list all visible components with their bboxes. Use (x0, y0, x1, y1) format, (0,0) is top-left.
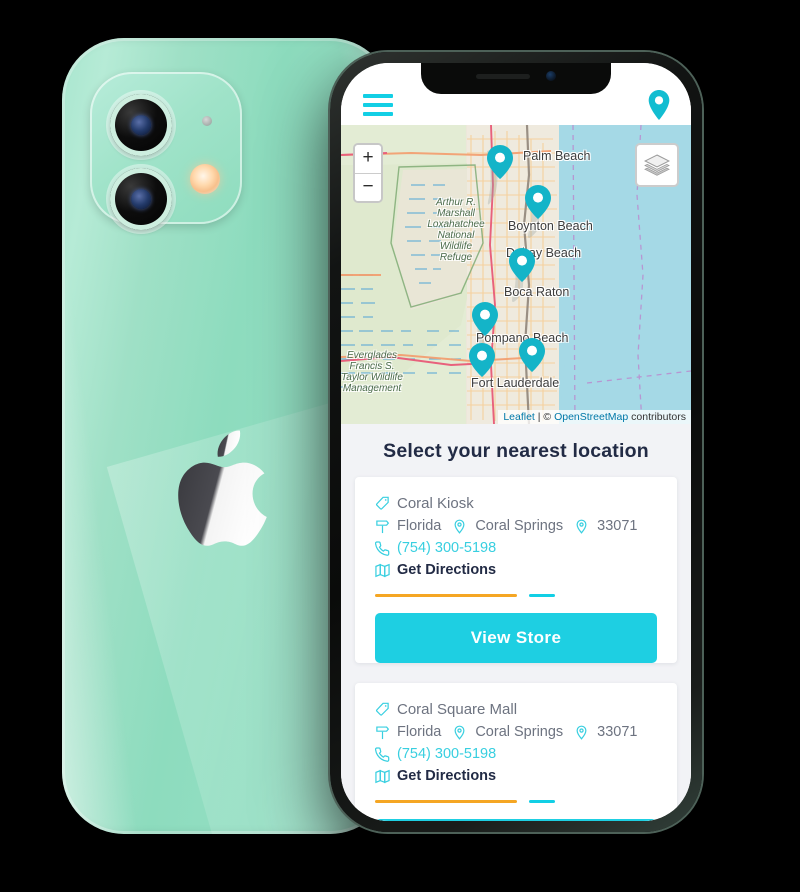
leaflet-link[interactable]: Leaflet (503, 411, 535, 423)
openstreetmap-link[interactable]: OpenStreetMap (554, 411, 628, 423)
phone-screen: + − Palm Beach Boynton Beach Delray Beach B… (341, 63, 691, 821)
view-store-button[interactable]: View Store (375, 819, 657, 821)
tag-icon (375, 496, 390, 511)
card-divider (375, 594, 657, 597)
pin-small-icon (453, 519, 466, 534)
map-fold-icon (375, 563, 390, 578)
store-directions-row[interactable]: Get Directions (375, 768, 657, 784)
store-city: Coral Springs (475, 518, 564, 534)
get-directions-link[interactable]: Get Directions (397, 768, 496, 784)
store-marker-fort-lauderdale[interactable] (469, 343, 495, 377)
store-marker-palm-beach[interactable] (487, 145, 513, 179)
zoom-out-button[interactable]: − (355, 173, 381, 201)
signpost-icon (375, 519, 390, 534)
phone-icon (375, 746, 390, 762)
screenshot-stage: + − Palm Beach Boynton Beach Delray Beach B… (0, 0, 800, 892)
store-phone-link[interactable]: (754) 300-5198 (397, 540, 496, 556)
hamburger-bar (363, 103, 393, 107)
store-name-row: Coral Kiosk (375, 495, 657, 512)
store-marker-lauderdale-east[interactable] (519, 338, 545, 372)
store-card-container: Coral Kiosk Florida Coral Springs 33071 (754… (341, 477, 691, 821)
camera-bump (90, 72, 242, 230)
store-directions-row[interactable]: Get Directions (375, 562, 657, 578)
divider-bar-orange (375, 594, 517, 597)
screen-notch (421, 63, 611, 94)
map-layers-button[interactable] (635, 143, 679, 187)
store-marker-boca-raton[interactable] (509, 248, 535, 282)
map-pin-icon[interactable] (647, 90, 671, 120)
pin-small-icon (453, 725, 466, 740)
hamburger-bar (363, 94, 393, 98)
store-locator-map[interactable]: + − Palm Beach Boynton Beach Delray Beach B… (341, 125, 691, 424)
camera-lens-ultrawide (110, 168, 172, 230)
iphone-front-body: + − Palm Beach Boynton Beach Delray Beach B… (330, 52, 702, 832)
layers-icon (644, 154, 670, 176)
store-marker-boynton-beach[interactable] (525, 185, 551, 219)
signpost-icon (375, 725, 390, 740)
map-fold-icon (375, 769, 390, 784)
camera-flash (190, 164, 220, 194)
divider-bar-cyan (529, 800, 555, 803)
pin-small-icon (575, 725, 588, 740)
attr-copyright: © (543, 411, 555, 423)
store-card[interactable]: Coral Square Mall Florida Coral Springs 330… (355, 683, 677, 821)
pin-small-icon (575, 519, 588, 534)
front-camera-icon (546, 71, 556, 81)
store-phone-link[interactable]: (754) 300-5198 (397, 746, 496, 762)
tag-icon (375, 702, 390, 717)
store-city: Coral Springs (475, 724, 564, 740)
hamburger-menu-icon[interactable] (363, 91, 393, 119)
store-state: Florida (397, 518, 442, 534)
store-state: Florida (397, 724, 442, 740)
store-name: Coral Kiosk (397, 495, 474, 512)
attr-contributors: contributors (628, 411, 686, 423)
store-list[interactable]: Select your nearest location Coral Kiosk… (341, 424, 691, 821)
divider-bar-cyan (529, 594, 555, 597)
store-name: Coral Square Mall (397, 701, 518, 718)
get-directions-link[interactable]: Get Directions (397, 562, 496, 578)
store-address-row: Florida Coral Springs 33071 (375, 518, 657, 534)
store-marker-pompano-beach[interactable] (472, 302, 498, 336)
camera-microphone (202, 116, 212, 126)
store-name-row: Coral Square Mall (375, 701, 657, 718)
store-phone-row[interactable]: (754) 300-5198 (375, 746, 657, 762)
phone-icon (375, 540, 390, 556)
store-phone-row[interactable]: (754) 300-5198 (375, 540, 657, 556)
divider-bar-orange (375, 800, 517, 803)
apple-logo-icon (178, 430, 267, 546)
store-address-row: Florida Coral Springs 33071 (375, 724, 657, 740)
store-zip: 33071 (597, 518, 638, 534)
camera-lens-wide (110, 94, 172, 156)
hamburger-bar (363, 112, 393, 116)
map-attribution: Leaflet | © OpenStreetMap contributors (498, 410, 691, 424)
page-title: Select your nearest location (383, 440, 649, 462)
zoom-in-button[interactable]: + (355, 145, 381, 173)
card-divider (375, 800, 657, 803)
store-card[interactable]: Coral Kiosk Florida Coral Springs 33071 (754… (355, 477, 677, 663)
view-store-button[interactable]: View Store (375, 613, 657, 663)
store-zip: 33071 (597, 724, 638, 740)
earpiece-speaker (476, 73, 530, 79)
map-zoom-control[interactable]: + − (353, 143, 383, 203)
